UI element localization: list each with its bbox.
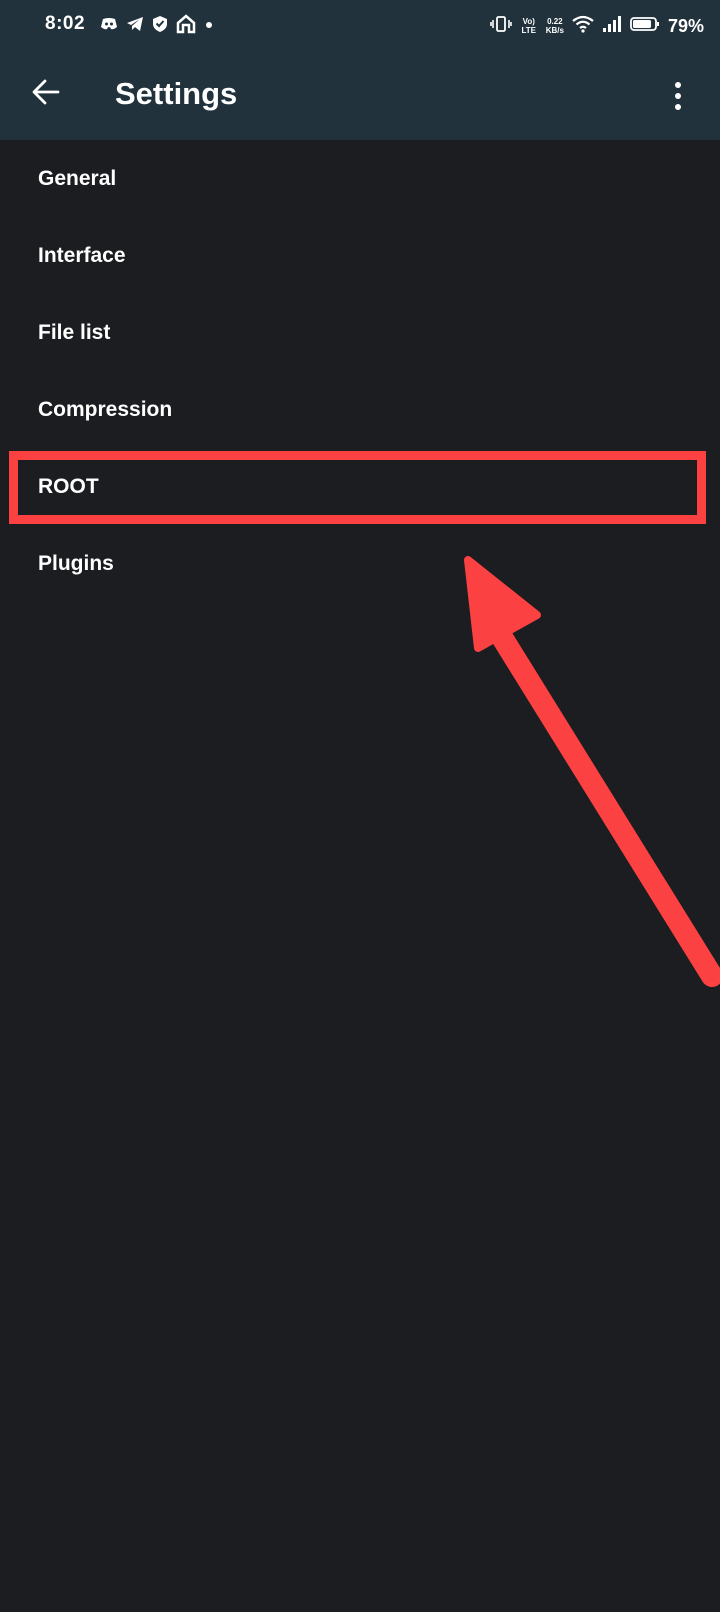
more-options-button[interactable] bbox=[662, 76, 694, 116]
settings-item-label: Interface bbox=[38, 243, 126, 267]
vibrate-icon bbox=[489, 15, 512, 38]
network-type: Vo) LTE bbox=[521, 17, 536, 35]
annotation-highlight-box bbox=[9, 451, 706, 524]
network-speed: 0.22 KB/s bbox=[546, 17, 564, 35]
settings-item-interface[interactable]: Interface bbox=[0, 217, 720, 294]
discord-icon bbox=[100, 17, 118, 36]
settings-list: General Interface File list Compression … bbox=[0, 140, 720, 602]
status-bar: 8:02 Vo) LTE 0.22 KB/s 79% bbox=[0, 0, 720, 54]
telegram-icon bbox=[126, 16, 144, 37]
settings-item-label: Compression bbox=[38, 397, 173, 421]
top-bar: 8:02 Vo) LTE 0.22 KB/s 79% Settings bbox=[0, 0, 720, 140]
speed-unit: KB/s bbox=[545, 26, 564, 35]
app-bar: Settings bbox=[0, 54, 720, 140]
speed-value: 0.22 bbox=[547, 17, 563, 26]
settings-item-general[interactable]: General bbox=[0, 140, 720, 217]
more-vert-icon bbox=[675, 82, 681, 88]
status-indicators: Vo) LTE 0.22 KB/s 79% bbox=[489, 12, 704, 40]
settings-item-label: File list bbox=[38, 320, 111, 344]
shield-icon bbox=[152, 15, 168, 38]
settings-item-file-list[interactable]: File list bbox=[0, 294, 720, 371]
page-title: Settings bbox=[115, 76, 238, 111]
status-time: 8:02 bbox=[45, 13, 86, 34]
settings-item-label: Plugins bbox=[38, 551, 114, 575]
back-arrow-icon bbox=[32, 78, 60, 111]
dot-icon bbox=[204, 17, 214, 35]
settings-item-plugins[interactable]: Plugins bbox=[0, 525, 720, 602]
settings-item-compression[interactable]: Compression bbox=[0, 371, 720, 448]
battery-percentage: 79% bbox=[667, 15, 704, 36]
wifi-icon bbox=[572, 15, 594, 38]
battery-icon bbox=[630, 16, 660, 37]
notification-icons bbox=[100, 13, 214, 39]
settings-item-label: General bbox=[38, 166, 117, 190]
home-icon bbox=[176, 13, 196, 39]
signal-icon bbox=[602, 15, 622, 38]
back-button[interactable] bbox=[24, 72, 68, 116]
